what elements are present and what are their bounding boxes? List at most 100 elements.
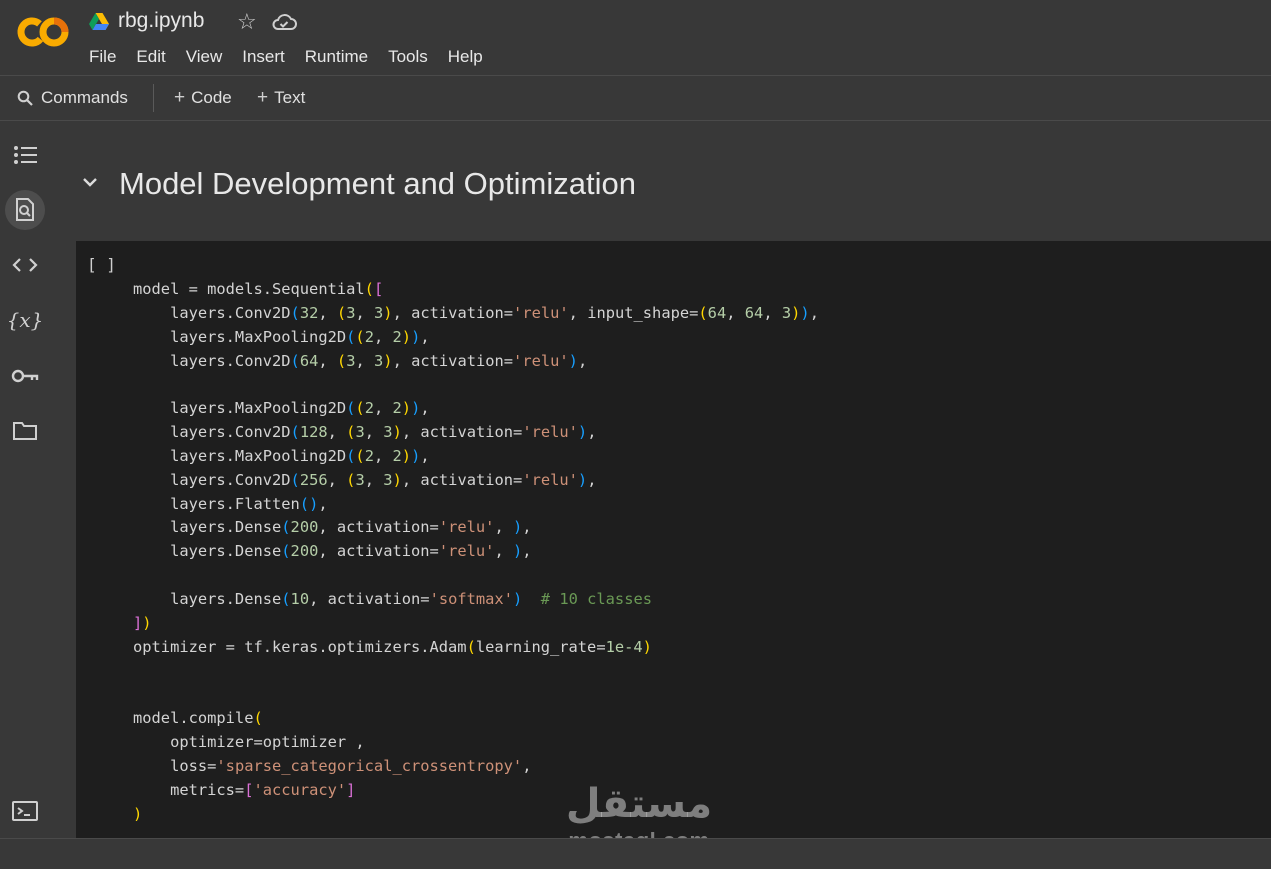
code-token: ( — [253, 709, 263, 728]
code-token: 3 — [374, 303, 384, 322]
star-icon[interactable]: ☆ — [237, 9, 257, 35]
code-token: layers.Dense — [133, 542, 282, 561]
menu-insert[interactable]: Insert — [242, 46, 285, 68]
code-token: , activation= — [318, 542, 439, 561]
code-token: loss= — [133, 756, 217, 775]
code-token: 3 — [383, 470, 393, 489]
code-line: layers.Conv2D(32, (3, 3), activation='re… — [133, 302, 819, 326]
code-token: , — [420, 446, 430, 465]
code-token: , — [318, 303, 337, 322]
plus-icon: + — [174, 87, 186, 108]
code-token: ) — [401, 446, 412, 465]
code-token: , — [577, 351, 588, 370]
menu-help[interactable]: Help — [448, 46, 483, 68]
code-token: ) — [568, 351, 578, 370]
code-token: 3 — [355, 470, 365, 489]
menu-view[interactable]: View — [186, 46, 223, 68]
code-cell[interactable]: [ ] model = models.Sequential([ layers.C… — [76, 241, 1271, 838]
code-token: 1e-4 — [605, 637, 643, 656]
code-token: , — [809, 303, 819, 322]
code-token: ) — [383, 351, 393, 370]
add-text-button[interactable]: + Text — [257, 86, 305, 110]
variables-icon[interactable]: {x} — [5, 300, 45, 340]
code-token: model.compile — [133, 709, 254, 728]
code-token: ( — [281, 518, 291, 537]
code-token: , — [355, 303, 375, 322]
code-token: , — [420, 399, 430, 418]
chevron-down-icon[interactable] — [79, 171, 101, 193]
menu-runtime[interactable]: Runtime — [305, 46, 368, 68]
menu-file[interactable]: File — [89, 46, 116, 68]
code-token: ( — [336, 303, 347, 322]
code-snippets-icon[interactable] — [5, 245, 45, 285]
code-token: ) — [512, 542, 523, 561]
code-token: 2 — [392, 446, 402, 465]
code-token: ] — [346, 780, 356, 799]
code-token: , — [420, 327, 430, 346]
code-token: , — [763, 303, 782, 322]
code-token: ( — [346, 446, 356, 465]
code-token: layers.MaxPooling2D — [133, 446, 347, 465]
code-token: ( — [281, 542, 291, 561]
code-token: 64 — [744, 303, 764, 322]
code-token: ( — [466, 637, 476, 656]
code-token: 200 — [290, 542, 319, 561]
code-token: 'sparse_categorical_crossentropy' — [216, 756, 523, 775]
files-folder-icon[interactable] — [5, 411, 45, 451]
code-token: ) — [411, 399, 421, 418]
code-token: 2 — [392, 399, 402, 418]
table-of-contents-icon[interactable] — [5, 135, 45, 175]
code-token: , activation= — [309, 589, 430, 608]
cloud-saved-icon[interactable] — [271, 11, 297, 33]
code-token: layers.MaxPooling2D — [133, 399, 347, 418]
code-token: ( — [364, 280, 374, 298]
left-sidebar: {x} — [0, 121, 50, 868]
code-token: 3 — [374, 351, 384, 370]
code-token: 3 — [383, 423, 393, 442]
toolbar-divider — [153, 84, 154, 112]
code-token: , — [364, 423, 384, 442]
code-token: 128 — [299, 423, 328, 442]
add-code-button[interactable]: + Code — [174, 86, 232, 110]
colab-logo[interactable] — [16, 14, 70, 50]
code-editor[interactable]: model = models.Sequential([ layers.Conv2… — [133, 278, 819, 826]
google-drive-icon[interactable] — [89, 13, 109, 31]
code-token: layers.Flatten — [133, 494, 300, 513]
plus-icon: + — [257, 87, 269, 108]
code-line: optimizer = tf.keras.optimizers.Adam(lea… — [133, 636, 819, 660]
code-line: layers.Dense(200, activation='relu', ), — [133, 516, 819, 540]
code-line: layers.Conv2D(256, (3, 3), activation='r… — [133, 469, 819, 493]
code-token: , — [373, 327, 393, 346]
code-token: ) — [411, 327, 421, 346]
code-line: layers.Conv2D(128, (3, 3), activation='r… — [133, 421, 819, 445]
code-token: ) — [411, 446, 421, 465]
add-code-label: Code — [191, 88, 232, 107]
code-token: ] — [133, 613, 143, 632]
code-token: ( — [290, 470, 300, 489]
commands-button[interactable]: Commands — [17, 86, 128, 110]
menu-tools[interactable]: Tools — [388, 46, 428, 68]
code-token: , — [587, 470, 597, 489]
code-token: 2 — [364, 327, 374, 346]
run-cell-button[interactable]: [ ] — [87, 255, 116, 274]
code-token: ) — [142, 613, 152, 632]
code-token: 32 — [299, 303, 319, 322]
code-line: layers.Conv2D(64, (3, 3), activation='re… — [133, 350, 819, 374]
code-token: layers.MaxPooling2D — [133, 327, 347, 346]
menu-edit[interactable]: Edit — [136, 46, 165, 68]
terminal-icon[interactable] — [5, 791, 45, 831]
notebook-title[interactable]: rbg.ipynb — [118, 9, 204, 33]
code-token: layers.Conv2D — [133, 303, 291, 322]
code-token: 64 — [707, 303, 727, 322]
secrets-key-icon[interactable] — [5, 356, 45, 396]
code-token: , — [726, 303, 745, 322]
code-token: , — [318, 494, 328, 513]
code-token: 2 — [364, 446, 374, 465]
search-icon — [17, 90, 33, 106]
variables-glyph: {x} — [6, 308, 44, 332]
code-token: 64 — [299, 351, 319, 370]
code-line: layers.MaxPooling2D((2, 2)), — [133, 326, 819, 350]
find-replace-icon[interactable] — [5, 190, 45, 230]
code-token: 'relu' — [522, 423, 578, 442]
